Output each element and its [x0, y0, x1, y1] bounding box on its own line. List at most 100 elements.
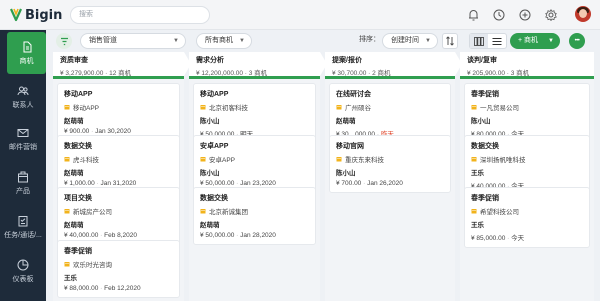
deal-company-name: 深圳扬帆唯科技: [480, 157, 526, 164]
deal-title: 数据交换: [471, 143, 499, 150]
deal-company-name: 广州硕谷: [345, 105, 371, 112]
sort-order-button[interactable]: [442, 33, 458, 49]
deal-card[interactable]: 春季促销 希望科技公司 王乐 ¥ 85,000.00 · 今天: [464, 187, 590, 248]
pipeline-select[interactable]: 销售管道 ▼: [80, 33, 186, 49]
sort-select-value: 创建时间: [391, 37, 419, 44]
deal-title: 春季促销: [471, 91, 499, 98]
deal-title: 移动APP: [200, 91, 229, 98]
deal-title: 移动APP: [64, 91, 93, 98]
deal-company-name: 虎斗科技: [73, 157, 99, 164]
search-input[interactable]: 搜索: [70, 6, 210, 24]
deal-card[interactable]: 安卓APP 安卓APP 陈小山 ¥ 50,000.00 · Jan 23,2020: [193, 135, 316, 193]
deal-card[interactable]: 春季促销 欢乐时光咨询 王乐 ¥ 88,000.00 · Feb 12,2020: [57, 240, 180, 298]
stage-header[interactable]: 提案/报价 ¥ 30,700.00 · 2 商机: [325, 52, 462, 77]
deal-company-name: 新城房产公司: [73, 209, 112, 216]
more-options-button[interactable]: •••: [569, 33, 585, 49]
kanban-view-icon[interactable]: [470, 34, 488, 48]
view-select[interactable]: 所有商机 ▼: [196, 33, 252, 49]
pipeline-select-value: 销售管道: [89, 37, 117, 44]
building-icon: [471, 157, 477, 162]
deal-company-name: 一凡贸易公司: [480, 105, 519, 112]
deal-card[interactable]: 移动官网 重庆东来科技 陈小山 ¥ 700.00 · Jan 26,2020: [329, 135, 451, 193]
deal-card[interactable]: 移动APP 移动APP 赵萌萌 ¥ 900.00 · Jan 30,2020: [57, 83, 180, 141]
mail-icon: [17, 128, 29, 137]
deal-company-name: 安卓APP: [209, 157, 236, 164]
sidebar-item-dashboard[interactable]: 仪表板: [0, 250, 46, 292]
stage-column: 移动APP 移动APP 赵萌萌 ¥ 900.00 · Jan 30,2020 数据交换虎…: [53, 79, 184, 301]
sort-select[interactable]: 创建时间 ▼: [382, 33, 438, 49]
sidebar-item-deals[interactable]: 商机: [7, 32, 46, 74]
deal-title: 安卓APP: [200, 143, 229, 150]
chevron-down-icon: ▼: [548, 38, 554, 44]
deal-amount: ¥ 88,000.00: [64, 285, 99, 292]
list-view-icon[interactable]: [488, 34, 506, 48]
deal-title: 数据交换: [200, 195, 228, 202]
deal-company-name: 北京初客科技: [209, 105, 248, 112]
stage-name: 需求分析: [196, 57, 224, 64]
stage-header[interactable]: 资质审查 ¥ 3,279,900.00 · 12 商机: [53, 52, 191, 77]
filter-icon: [60, 37, 68, 45]
deal-contact: 陈小山: [471, 118, 491, 125]
deal-contact: 赵萌萌: [64, 170, 84, 177]
stage-name: 提案/报价: [332, 57, 362, 64]
deal-amount: ¥ 40,000.00: [64, 232, 99, 239]
deal-title: 春季促销: [471, 195, 499, 202]
deal-amount: ¥ 50,000.00: [200, 232, 235, 239]
stage-arrow: [184, 52, 191, 76]
deal-company: 希望科技公司: [471, 206, 583, 216]
deal-contact: 王乐: [471, 170, 484, 177]
sort-arrows-icon: [446, 36, 454, 46]
clock-icon[interactable]: [492, 8, 506, 22]
app-logo[interactable]: Bigin: [10, 6, 62, 24]
filter-button[interactable]: [56, 33, 72, 49]
deal-contact: 王乐: [64, 275, 77, 282]
deal-title: 在线研讨会: [336, 91, 371, 98]
deal-company: 重庆东来科技: [336, 154, 444, 164]
stage-arrow: [320, 52, 327, 76]
deal-card[interactable]: 项目交换 新城房产公司 赵萌萌 ¥ 40,000.00 · Feb 8,2020: [57, 187, 180, 245]
building-icon: [64, 209, 70, 214]
deal-footer: ¥ 50,000.00 · Jan 28,2020: [200, 232, 309, 239]
product-icon: [18, 171, 28, 182]
bell-icon[interactable]: [466, 8, 480, 22]
app-name: Bigin: [25, 7, 63, 23]
sidebar-item-email-marketing[interactable]: 邮件营销: [0, 118, 46, 160]
sidebar-item-contacts[interactable]: 联系人: [0, 76, 46, 118]
deal-title: 数据交换: [64, 143, 92, 150]
sidebar-item-tasks[interactable]: 任务/通话/...: [0, 206, 46, 248]
building-icon: [336, 105, 342, 110]
user-avatar[interactable]: [575, 6, 591, 22]
stage-header[interactable]: 需求分析 ¥ 12,200,000.00 · 3 商机: [189, 52, 327, 77]
deal-footer: ¥ 900.00 · Jan 30,2020: [64, 128, 173, 135]
building-icon: [64, 262, 70, 267]
deal-contact: 赵萌萌: [64, 222, 84, 229]
deal-card[interactable]: 数据交换北京新诚集团赵萌萌 ¥ 50,000.00 · Jan 28,2020: [193, 187, 316, 245]
bigin-logo-icon: [10, 8, 22, 22]
deal-closing-date: Jan 23,2020: [240, 180, 276, 187]
deal-closing-date: Jan 28,2020: [240, 232, 276, 239]
pipeline-toolbar: 销售管道 ▼ 所有商机 ▼ 排序： 创建时间 ▼ + 商机 ▼ •••: [46, 30, 600, 52]
add-deal-button[interactable]: + 商机 ▼: [510, 33, 560, 49]
deal-card[interactable]: 数据交换 虎斗科技 赵萌萌 ¥ 1,000.00 · Jan 31,2020: [57, 135, 180, 193]
deal-amount: ¥ 900.00: [64, 128, 90, 135]
building-icon: [336, 157, 342, 162]
building-icon: [64, 157, 70, 162]
deal-icon: [23, 41, 31, 52]
deal-footer: ¥ 700.00 · Jan 26,2020: [336, 180, 444, 187]
sidebar-item-label: 商机: [19, 57, 34, 65]
deal-company-name: 希望科技公司: [480, 209, 519, 216]
sidebar-item-label: 仪表板: [12, 275, 34, 283]
settings-gear-icon[interactable]: [544, 8, 558, 22]
deal-company-name: 北京新诚集团: [209, 209, 248, 216]
stage-header[interactable]: 谈判/复审 ¥ 205,900.00 · 3 商机: [460, 52, 594, 77]
deal-amount: ¥ 85,000.00: [471, 235, 506, 242]
chevron-down-icon: ▼: [173, 38, 179, 44]
sidebar-item-products[interactable]: 产品: [0, 162, 46, 204]
deal-company: 北京新诚集团: [200, 206, 309, 216]
deal-contact: 赵萌萌: [200, 222, 220, 229]
stage-name: 资质审查: [60, 57, 88, 64]
deal-company: 广州硕谷: [336, 102, 444, 112]
deal-closing-date: 今天: [511, 235, 525, 242]
add-circle-icon[interactable]: [518, 8, 532, 22]
deal-amount: ¥ 1,000.00: [64, 180, 95, 187]
